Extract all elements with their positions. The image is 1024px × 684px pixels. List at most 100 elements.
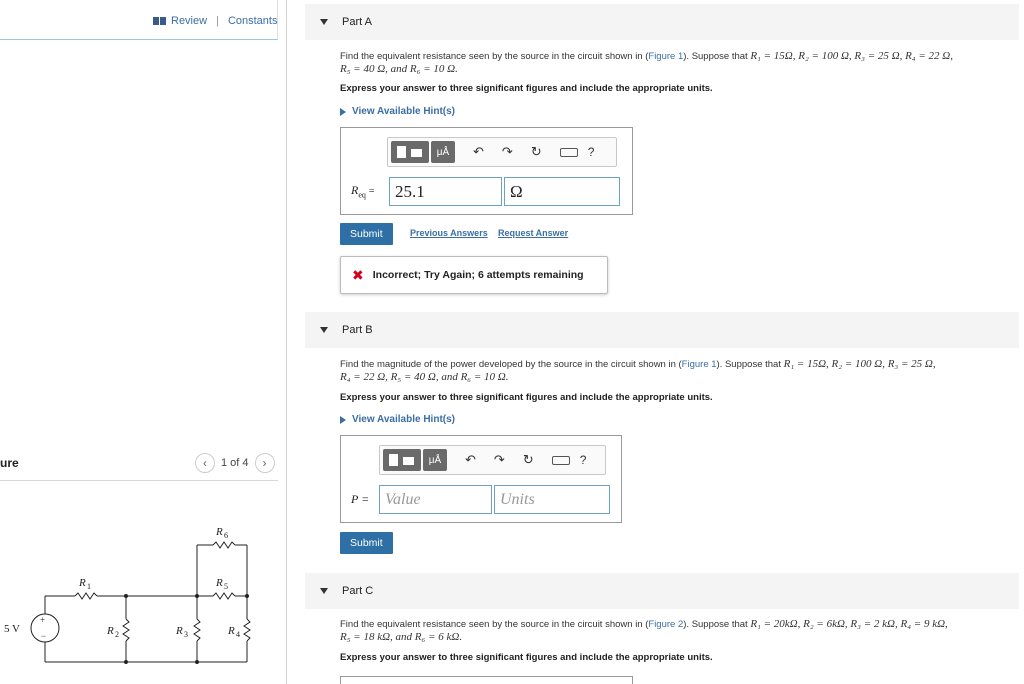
collapse-caret-icon[interactable] bbox=[320, 588, 328, 594]
part-b-toolbar: μÅ ↶ ↷ ↻ ? bbox=[379, 445, 606, 475]
part-b-question-mid: ). Suppose that bbox=[716, 359, 784, 370]
part-b-values-1: R₁ = 15Ω, R₂ = 100 Ω, R₃ = 25 Ω, bbox=[783, 358, 936, 370]
part-b-values-2: R₄ = 22 Ω, R₅ = 40 Ω, and R₆ = 10 Ω. bbox=[340, 371, 509, 383]
figure-title: ure bbox=[0, 456, 19, 470]
prev-figure-button[interactable]: ‹ bbox=[195, 453, 215, 473]
resistor-r6 bbox=[212, 541, 236, 549]
units-button[interactable]: μÅ bbox=[431, 141, 455, 163]
circuit-diagram: + − 5 V R 1 R 2 R 3 R 4 R 5 R 6 bbox=[4, 526, 251, 664]
part-c-header[interactable]: Part C bbox=[305, 573, 1019, 609]
figure-1-link[interactable]: Figure 1 bbox=[648, 51, 683, 62]
keyboard-icon[interactable] bbox=[559, 147, 578, 157]
undo-icon[interactable]: ↶ bbox=[465, 452, 476, 468]
part-a-values-2: R₅ = 40 Ω, and R₆ = 10 Ω. bbox=[340, 63, 458, 75]
resistor-r4 bbox=[243, 618, 251, 642]
left-panel: Review | Constants ure ‹ 1 of 4 › + − 5 … bbox=[0, 0, 287, 684]
part-c-answer-box bbox=[340, 676, 633, 684]
constants-link[interactable]: Constants bbox=[228, 15, 278, 27]
figure-2-link[interactable]: Figure 2 bbox=[648, 619, 683, 630]
separator: | bbox=[216, 15, 219, 27]
part-a-variable-label: Req = bbox=[351, 183, 375, 199]
keyboard-icon[interactable] bbox=[551, 455, 570, 465]
figure-1-link[interactable]: Figure 1 bbox=[682, 359, 717, 370]
review-constants-bar: Review | Constants bbox=[153, 15, 277, 27]
part-b-question: Find the magnitude of the power develope… bbox=[340, 358, 1015, 384]
review-icon bbox=[153, 17, 166, 25]
part-b-answer-box: μÅ ↶ ↷ ↻ ? P = Value Units bbox=[340, 435, 622, 523]
req-equals: = bbox=[368, 186, 375, 197]
part-a-hint-link[interactable]: View Available Hint(s) bbox=[340, 106, 455, 117]
part-a-header[interactable]: Part A bbox=[305, 4, 1019, 40]
resistor-r2 bbox=[122, 618, 130, 642]
part-c-title: Part C bbox=[342, 585, 374, 597]
r4-sub: 4 bbox=[236, 630, 240, 639]
previous-answers-link[interactable]: Previous Answers bbox=[410, 228, 488, 238]
templates-button[interactable] bbox=[391, 141, 429, 163]
r6-label: R bbox=[215, 526, 223, 538]
reset-icon[interactable]: ↻ bbox=[531, 144, 542, 160]
r5-label: R bbox=[215, 577, 223, 589]
r1-sub: 1 bbox=[87, 582, 91, 591]
request-answer-link[interactable]: Request Answer bbox=[498, 228, 568, 238]
part-c-values-2: R₅ = 18 kΩ, and R₆ = 6 kΩ. bbox=[340, 631, 463, 643]
part-a-hint-label: View Available Hint(s) bbox=[352, 106, 455, 117]
part-a-submit-button[interactable]: Submit bbox=[340, 223, 393, 245]
units-button[interactable]: μÅ bbox=[423, 449, 447, 471]
req-subscript: eq bbox=[358, 190, 366, 200]
part-a-values-1: R₁ = 15Ω, R₂ = 100 Ω, R₃ = 25 Ω, R₄ = 22… bbox=[750, 50, 954, 62]
part-c-question: Find the equivalent resistance seen by t… bbox=[340, 618, 1015, 644]
r2-label: R bbox=[106, 625, 114, 637]
part-a-question: Find the equivalent resistance seen by t… bbox=[340, 50, 1015, 76]
help-icon[interactable]: ? bbox=[580, 453, 587, 467]
part-b-header[interactable]: Part B bbox=[305, 312, 1019, 348]
feedback-text: Incorrect; Try Again; 6 attempts remaini… bbox=[372, 269, 584, 281]
part-a-toolbar: μÅ ↶ ↷ ↻ ? bbox=[387, 137, 617, 167]
r1-label: R bbox=[78, 577, 86, 589]
part-b-question-prefix: Find the magnitude of the power develope… bbox=[340, 359, 682, 370]
part-a-instruction: Express your answer to three significant… bbox=[340, 83, 713, 94]
part-c-values-1: R₁ = 20kΩ, R₂ = 6kΩ, R₃ = 2 kΩ, R₄ = 9 k… bbox=[750, 618, 948, 630]
part-b-value-input[interactable]: Value bbox=[379, 485, 492, 514]
part-a-answer-box: μÅ ↶ ↷ ↻ ? Req = 25.1 Ω bbox=[340, 127, 633, 215]
help-icon[interactable]: ? bbox=[588, 145, 595, 159]
r6-sub: 6 bbox=[224, 531, 228, 540]
part-b-title: Part B bbox=[342, 324, 373, 336]
r5-sub: 5 bbox=[224, 582, 228, 591]
incorrect-x-icon: ✖ bbox=[352, 266, 364, 283]
part-c-question-prefix: Find the equivalent resistance seen by t… bbox=[340, 619, 649, 630]
r3-sub: 3 bbox=[184, 630, 188, 639]
review-link[interactable]: Review bbox=[171, 15, 207, 27]
part-a-value-input[interactable]: 25.1 bbox=[389, 177, 502, 206]
resistor-r5 bbox=[212, 592, 236, 600]
redo-icon[interactable]: ↷ bbox=[502, 144, 513, 160]
minus-sign: − bbox=[41, 631, 46, 641]
r4-label: R bbox=[227, 625, 235, 637]
part-a-units-input[interactable]: Ω bbox=[504, 177, 620, 206]
redo-icon[interactable]: ↷ bbox=[494, 452, 505, 468]
part-b-hint-link[interactable]: View Available Hint(s) bbox=[340, 414, 455, 425]
resistor-r3 bbox=[193, 618, 201, 642]
plus-sign: + bbox=[40, 615, 45, 625]
figure-nav: ‹ 1 of 4 › bbox=[195, 453, 275, 473]
part-a-question-prefix: Find the equivalent resistance seen by t… bbox=[340, 51, 649, 62]
collapse-caret-icon[interactable] bbox=[320, 19, 328, 25]
part-a-feedback: ✖ Incorrect; Try Again; 6 attempts remai… bbox=[340, 256, 608, 294]
right-panel: Part A Find the equivalent resistance se… bbox=[305, 0, 1024, 684]
expand-triangle-icon bbox=[340, 415, 346, 424]
part-b-instruction: Express your answer to three significant… bbox=[340, 392, 713, 403]
next-figure-button[interactable]: › bbox=[254, 453, 275, 473]
part-a-title: Part A bbox=[342, 16, 372, 28]
collapse-caret-icon[interactable] bbox=[320, 327, 328, 333]
top-strip: Review | Constants bbox=[0, 0, 278, 40]
part-b-submit-button[interactable]: Submit bbox=[340, 532, 393, 554]
templates-button[interactable] bbox=[383, 449, 421, 471]
undo-icon[interactable]: ↶ bbox=[473, 144, 484, 160]
part-a-question-mid: ). Suppose that bbox=[683, 51, 751, 62]
part-c-question-mid: ). Suppose that bbox=[683, 619, 751, 630]
figure-counter: 1 of 4 bbox=[221, 457, 249, 469]
part-b-variable-label: P = bbox=[351, 492, 370, 506]
part-b-units-input[interactable]: Units bbox=[494, 485, 610, 514]
source-label: 5 V bbox=[4, 623, 20, 635]
r3-label: R bbox=[175, 625, 183, 637]
reset-icon[interactable]: ↻ bbox=[523, 452, 534, 468]
